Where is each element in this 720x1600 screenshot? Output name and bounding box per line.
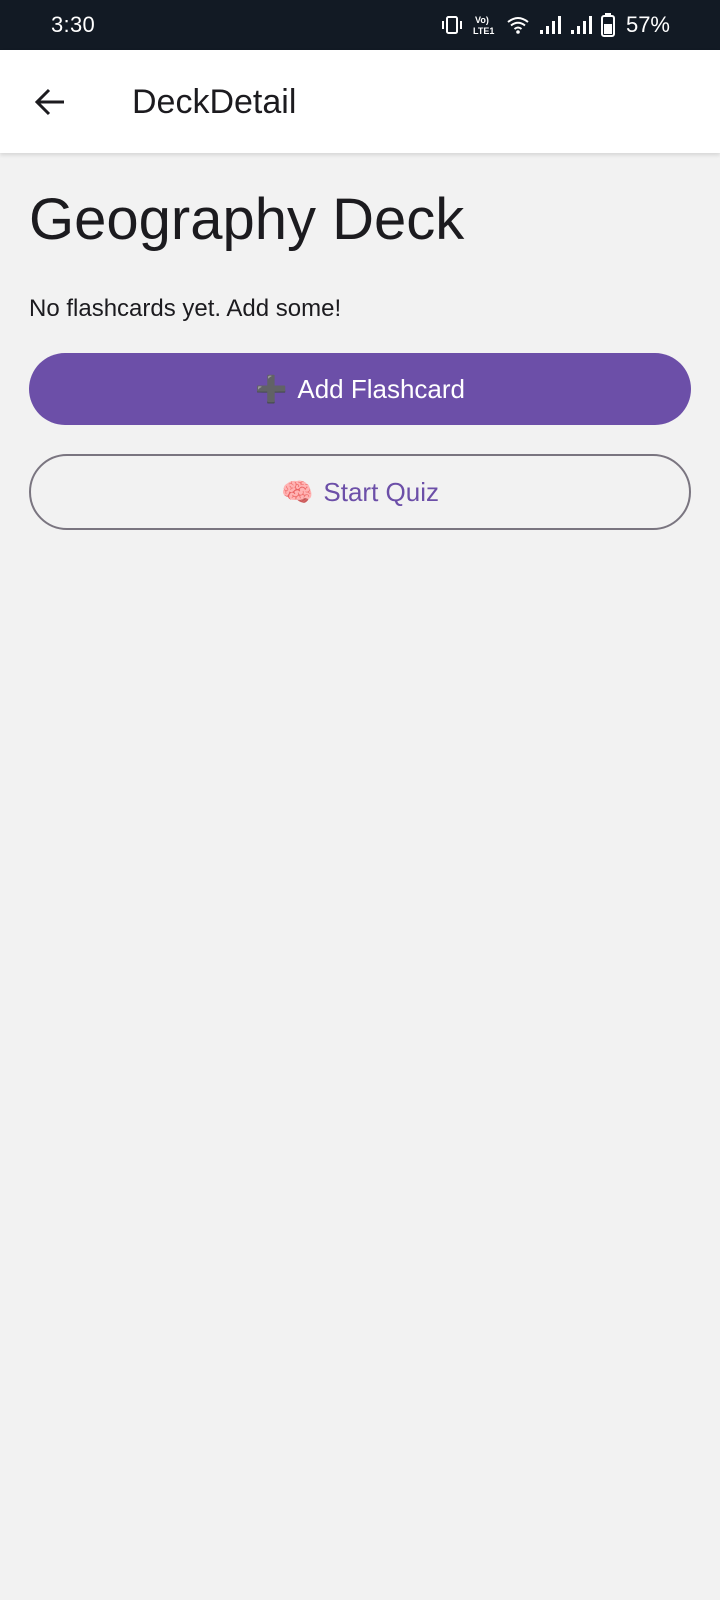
volte-icon: Vo) LTE1: [473, 14, 497, 36]
start-quiz-label: Start Quiz: [323, 476, 439, 507]
back-button[interactable]: [24, 76, 76, 128]
add-flashcard-button[interactable]: ➕ Add Flashcard: [29, 353, 691, 425]
svg-text:Vo): Vo): [475, 15, 489, 25]
status-time: 3:30: [51, 12, 96, 37]
signal-icon: [570, 15, 592, 35]
status-bar: 3:30 Vo) LTE1 57%: [0, 0, 720, 50]
svg-text:LTE1: LTE1: [473, 26, 494, 36]
deck-title: Geography Deck: [29, 187, 465, 252]
start-quiz-button[interactable]: 🧠 Start Quiz: [29, 454, 691, 530]
deck-content: Geography Deck No flashcards yet. Add so…: [29, 153, 691, 530]
brain-icon: 🧠: [281, 477, 314, 507]
app-bar-title: DeckDetail: [132, 83, 297, 121]
status-icons: Vo) LTE1 57%: [440, 12, 670, 38]
empty-state-message: No flashcards yet. Add some!: [29, 295, 342, 322]
vibrate-icon: [440, 15, 464, 35]
plus-icon: ➕: [254, 374, 288, 404]
signal-icon: [539, 15, 561, 35]
add-flashcard-label: Add Flashcard: [297, 373, 466, 404]
app-bar: DeckDetail: [0, 50, 720, 153]
wifi-icon: [506, 15, 530, 35]
battery-icon: [600, 13, 615, 37]
battery-percent: 57%: [625, 12, 670, 37]
arrow-left-icon: [34, 88, 64, 116]
